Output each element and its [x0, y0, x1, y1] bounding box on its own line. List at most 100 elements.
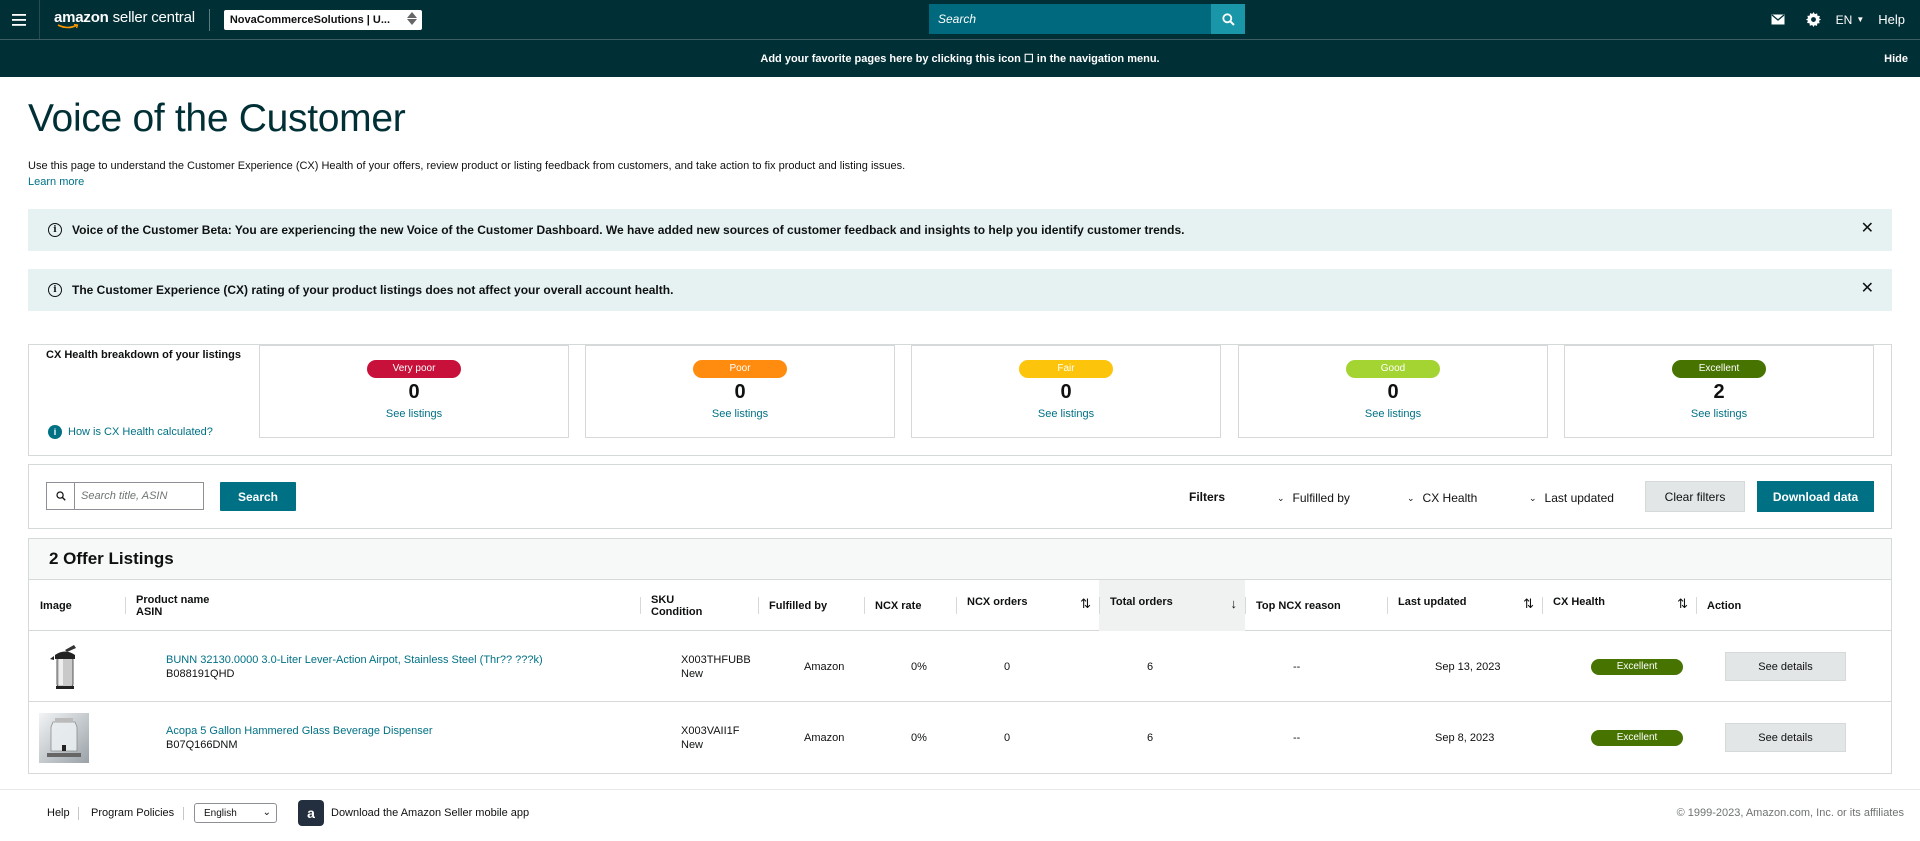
table-row: Acopa 5 Gallon Hammered Glass Beverage D… [29, 702, 1891, 773]
seller-app-icon: a [298, 800, 324, 826]
language-dropdown[interactable]: EN ▼ [1836, 13, 1865, 27]
alert-message: The Customer Experience (CX) rating of y… [72, 283, 674, 297]
last-updated-filter[interactable]: ⌄ Last updated [1529, 491, 1614, 505]
asin: B088191QHD [166, 667, 235, 680]
favorites-hint: Add your favorite pages here by clicking… [760, 53, 1160, 65]
close-icon[interactable]: ✕ [1861, 221, 1874, 237]
info-icon: i [48, 425, 62, 439]
mobile-app-link[interactable]: a Download the Amazon Seller mobile app [298, 800, 529, 826]
status-badge: Excellent [1591, 729, 1683, 746]
footer: Help Program Policies English ⌄ a Downlo… [0, 789, 1920, 841]
see-listings-link[interactable]: See listings [912, 408, 1220, 420]
last-updated: Sep 13, 2023 [1435, 660, 1501, 673]
col-image: Image [40, 599, 72, 612]
condition: New [681, 667, 704, 680]
top-ncx-reason: -- [1293, 660, 1301, 673]
product-cell: BUNN 32130.0000 3.0-Liter Lever-Action A… [155, 631, 655, 702]
listing-search-input[interactable] [74, 482, 204, 510]
download-data-button[interactable]: Download data [1757, 481, 1874, 512]
total-orders: 6 [1147, 660, 1154, 673]
learn-more-link[interactable]: Learn more [28, 176, 84, 188]
footer-divider [183, 807, 184, 820]
sort-icon[interactable]: ⇅ [1677, 596, 1688, 612]
favorites-bar: Add your favorite pages here by clicking… [0, 39, 1920, 77]
product-name-link[interactable]: Acopa 5 Gallon Hammered Glass Beverage D… [166, 725, 655, 737]
sku: X003VAII1F [681, 724, 740, 737]
listing-count: 0 [734, 381, 746, 403]
fulfilled-by: Amazon [804, 660, 845, 673]
close-icon[interactable]: ✕ [1861, 281, 1874, 297]
page-intro: Use this page to understand the Customer… [28, 160, 906, 172]
account-selector[interactable]: NovaCommerceSolutions | U... [223, 9, 422, 30]
offer-listings-table: 2 Offer Listings Image Product name ASIN … [28, 538, 1892, 774]
col-ncx-orders[interactable]: NCX orders ⇅ [956, 580, 1099, 631]
sort-descending-icon[interactable]: ↓ [1231, 596, 1238, 611]
status-badge: Good [1346, 360, 1440, 378]
product-name-link[interactable]: BUNN 32130.0000 3.0-Liter Lever-Action A… [166, 654, 655, 666]
see-listings-link[interactable]: See listings [1565, 408, 1873, 420]
total-orders: 6 [1147, 731, 1154, 744]
cx-card-fair: Fair 0 See listings [911, 345, 1221, 438]
hide-favorites-button[interactable]: Hide [1884, 53, 1908, 65]
status-badge: Poor [693, 360, 787, 378]
product-cell: Acopa 5 Gallon Hammered Glass Beverage D… [155, 702, 655, 773]
filters-label: Filters [1189, 490, 1226, 504]
sort-icon[interactable]: ⇅ [1523, 596, 1534, 612]
ncx-orders: 0 [1004, 660, 1011, 673]
chevron-down-icon: ⌄ [1407, 492, 1415, 503]
info-icon: i [48, 223, 62, 237]
search-button[interactable]: Search [220, 482, 296, 511]
col-total-orders[interactable]: Total orders ↓ [1099, 580, 1245, 631]
table-title: 2 Offer Listings [29, 539, 1891, 580]
cx-rating-alert: i The Customer Experience (CX) rating of… [28, 269, 1892, 311]
status-badge: Excellent [1591, 658, 1683, 675]
program-policies-link[interactable]: Program Policies [91, 807, 174, 819]
listing-count: 0 [1060, 381, 1072, 403]
menu-icon[interactable] [0, 0, 40, 39]
how-cx-health-link[interactable]: i How is CX Health calculated? [48, 425, 213, 439]
product-thumbnail[interactable] [39, 702, 125, 773]
top-ncx-reason: -- [1293, 731, 1301, 744]
search-icon[interactable] [1211, 4, 1245, 34]
footer-language-select[interactable]: English ⌄ [194, 803, 277, 823]
dispenser-image [39, 712, 89, 763]
status-badge: Very poor [367, 360, 461, 378]
ncx-rate: 0% [911, 660, 927, 673]
cx-health-filter[interactable]: ⌄ CX Health [1407, 491, 1477, 505]
table-row: BUNN 32130.0000 3.0-Liter Lever-Action A… [29, 631, 1891, 702]
status-badge: Fair [1019, 360, 1113, 378]
amazon-seller-central-logo[interactable]: amazon seller central [54, 10, 195, 30]
action-cell: See details [1714, 702, 1846, 773]
col-last-updated[interactable]: Last updated ⇅ [1387, 580, 1542, 631]
col-cx-health[interactable]: CX Health ⇅ [1542, 580, 1696, 631]
page-title: Voice of the Customer [28, 97, 406, 140]
search-icon [46, 482, 74, 510]
see-details-button[interactable]: See details [1725, 652, 1846, 681]
cx-card-excellent: Excellent 2 See listings [1564, 345, 1874, 438]
listing-count: 2 [1713, 381, 1725, 403]
clear-filters-button[interactable]: Clear filters [1645, 481, 1745, 512]
top-navigation: amazon seller central NovaCommerceSoluti… [0, 0, 1920, 39]
see-details-button[interactable]: See details [1725, 723, 1846, 752]
sort-icon[interactable]: ⇅ [1080, 596, 1091, 612]
cx-card-good: Good 0 See listings [1238, 345, 1548, 438]
nav-divider [208, 8, 210, 31]
chevron-down-icon: ⌄ [1277, 492, 1285, 503]
cx-card-poor: Poor 0 See listings [585, 345, 895, 438]
help-link[interactable]: Help [1878, 12, 1905, 27]
condition: New [681, 738, 704, 751]
see-listings-link[interactable]: See listings [586, 408, 894, 420]
see-listings-link[interactable]: See listings [1239, 408, 1547, 420]
fulfilled-by-filter[interactable]: ⌄ Fulfilled by [1277, 491, 1350, 505]
mail-icon[interactable] [1761, 14, 1796, 25]
col-fulfilled: Fulfilled by [758, 580, 864, 631]
cx-health-cell: Excellent [1580, 631, 1683, 702]
chevron-down-icon: ▼ [1856, 15, 1865, 24]
footer-help-link[interactable]: Help [47, 807, 70, 819]
gear-icon[interactable] [1796, 12, 1831, 27]
global-search-input[interactable] [929, 4, 1211, 34]
col-top-reason: Top NCX reason [1245, 580, 1387, 631]
chevron-down-icon: ⌄ [262, 807, 271, 818]
product-thumbnail[interactable] [39, 631, 125, 702]
see-listings-link[interactable]: See listings [260, 408, 568, 420]
